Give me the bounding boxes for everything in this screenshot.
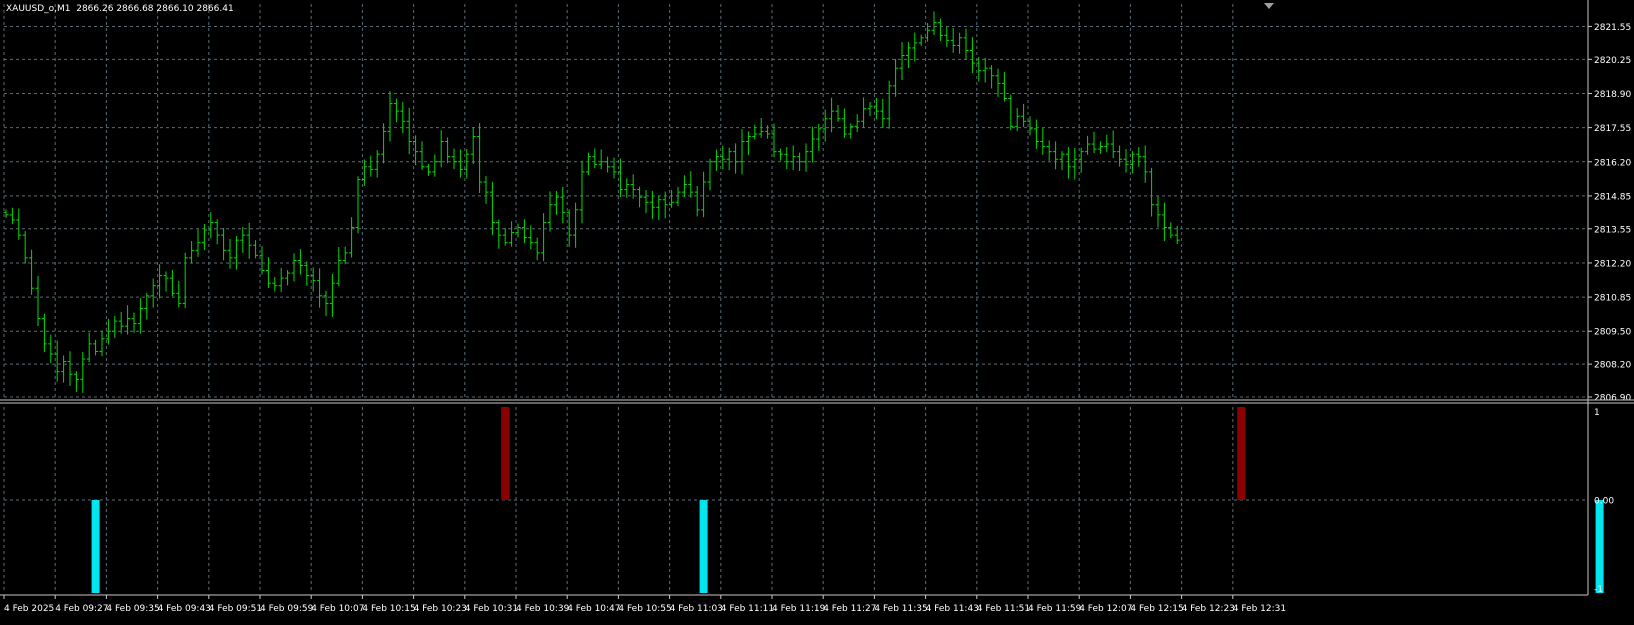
time-tick-label: 4 Feb 11:51 bbox=[977, 604, 1030, 614]
time-tick-label: 4 Feb 09:35 bbox=[106, 604, 159, 614]
price-tick-label: 2816.20 bbox=[1594, 158, 1631, 168]
price-tick-label: 2818.90 bbox=[1594, 90, 1631, 100]
indicator-signal-down-bar bbox=[1237, 407, 1246, 500]
price-tick-label: 2817.55 bbox=[1594, 124, 1631, 134]
time-tick-label: 4 Feb 10:15 bbox=[362, 604, 415, 614]
price-tick-label: 2809.50 bbox=[1594, 328, 1631, 338]
time-tick-label: 4 Feb 11:27 bbox=[823, 604, 876, 614]
time-tick-label: 4 Feb 12:15 bbox=[1130, 604, 1183, 614]
price-bars bbox=[3, 11, 1180, 393]
time-tick-label: 4 Feb 12:23 bbox=[1182, 604, 1235, 614]
time-tick-label: 4 Feb 09:27 bbox=[55, 604, 108, 614]
price-tick-label: 2808.20 bbox=[1594, 361, 1631, 371]
time-tick-label: 4 Feb 09:59 bbox=[260, 604, 314, 614]
indicator-tick-label: 1 bbox=[1594, 408, 1600, 418]
chart-canvas[interactable]: 2821.55 2820.25 2818.90 2817.55 2816.20 2814.… bbox=[0, 0, 1634, 621]
price-tick-label: 2813.55 bbox=[1594, 225, 1631, 235]
time-tick-label: 4 Feb 11:59 bbox=[1028, 604, 1082, 614]
indicator-signal-down-bar bbox=[501, 407, 510, 500]
time-tick-label: 4 Feb 10:55 bbox=[618, 604, 671, 614]
time-tick-label: 4 Feb 09:51 bbox=[209, 604, 262, 614]
time-tick-label: 4 Feb 10:47 bbox=[567, 604, 620, 614]
time-tick-label: 4 Feb 10:39 bbox=[516, 604, 570, 614]
indicator-signal-up-bar bbox=[91, 500, 100, 593]
time-tick-label: 4 Feb 10:07 bbox=[311, 604, 364, 614]
price-tick-label: 2812.20 bbox=[1594, 259, 1631, 269]
indicator-tick-label: -1 bbox=[1594, 585, 1603, 595]
time-tick-label: 4 Feb 10:31 bbox=[465, 604, 518, 614]
time-tick-label: 4 Feb 2025 bbox=[4, 604, 54, 614]
price-tick-label: 2814.85 bbox=[1594, 192, 1631, 202]
time-tick-label: 4 Feb 10:23 bbox=[414, 604, 467, 614]
time-tick-label: 4 Feb 11:11 bbox=[721, 604, 774, 614]
chart-window[interactable]: 2821.55 2820.25 2818.90 2817.55 2816.20 2814.… bbox=[0, 0, 1634, 621]
price-tick-label: 2820.25 bbox=[1594, 56, 1631, 66]
symbol-label: XAUUSD_o,M1 bbox=[6, 4, 71, 14]
indicator-tick-label: 0.00 bbox=[1594, 497, 1614, 507]
price-tick-label: 2810.85 bbox=[1594, 294, 1631, 304]
time-tick-label: 4 Feb 11:19 bbox=[772, 604, 826, 614]
indicator-signal-up-bar bbox=[1595, 500, 1604, 593]
time-tick-label: 4 Feb 09:43 bbox=[158, 604, 211, 614]
indicator-signal-up-bar bbox=[699, 500, 708, 593]
axes: 2821.55 2820.25 2818.90 2817.55 2816.20 2814.… bbox=[0, 0, 1634, 614]
time-tick-label: 4 Feb 11:35 bbox=[874, 604, 927, 614]
time-tick-label: 4 Feb 12:31 bbox=[1233, 604, 1286, 614]
ohlc-label: 2866.26 2866.68 2866.10 2866.41 bbox=[76, 4, 234, 14]
price-tick-label: 2806.90 bbox=[1594, 394, 1631, 404]
time-tick-label: 4 Feb 11:03 bbox=[670, 604, 723, 614]
price-tick-label: 2821.55 bbox=[1594, 23, 1631, 33]
grid bbox=[3, 4, 1588, 593]
time-tick-label: 4 Feb 12:07 bbox=[1079, 604, 1132, 614]
time-tick-label: 4 Feb 11:43 bbox=[926, 604, 979, 614]
chart-title: XAUUSD_o,M1 2866.26 2866.68 2866.10 2866… bbox=[6, 4, 234, 14]
chart-shift-marker-icon[interactable] bbox=[1264, 3, 1274, 9]
